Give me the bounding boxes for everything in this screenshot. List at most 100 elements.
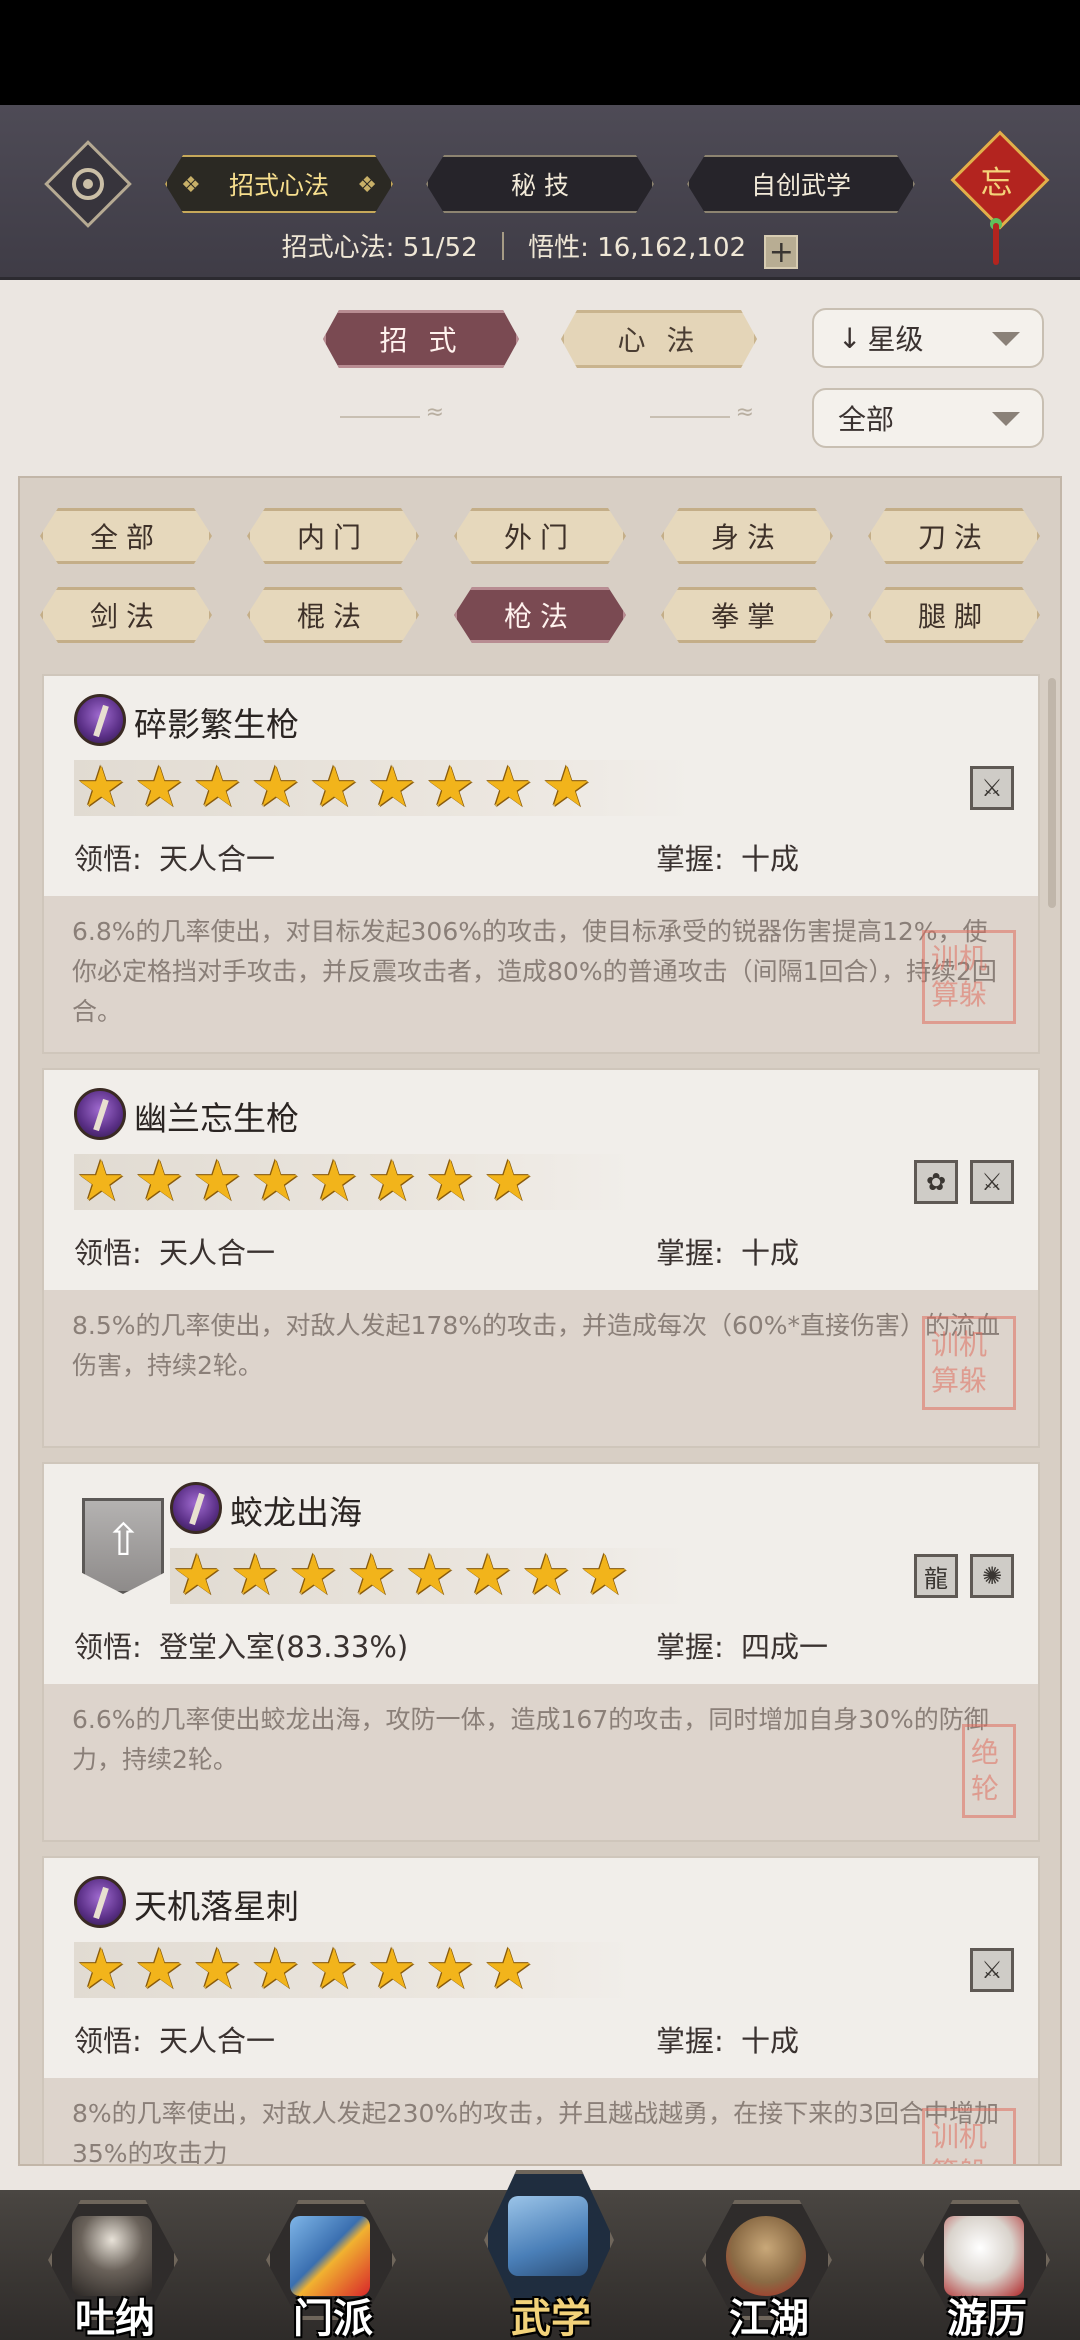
- star-icon: ★: [521, 1543, 572, 1608]
- star-icon: ★: [367, 755, 418, 820]
- nav-label: 江湖: [729, 2295, 809, 2340]
- star-icon: ★: [425, 755, 476, 820]
- dragon-icon[interactable]: 龍: [914, 1554, 958, 1598]
- star-icon: ★: [483, 755, 534, 820]
- star-rating: ★ ★ ★ ★ ★ ★ ★ ★ ★: [74, 760, 694, 816]
- comprehension-row: 领悟: 登堂入室(83.33%): [74, 1624, 408, 1666]
- add-insight-button[interactable]: +: [764, 235, 799, 269]
- straw-hat-icon: [726, 2216, 806, 2296]
- comprehension-label: 领悟:: [74, 2024, 142, 2058]
- ornament-icon: ❖: [357, 173, 377, 198]
- eye-icon: [72, 168, 104, 200]
- charm-char: 忘: [980, 163, 1013, 202]
- nav-travel[interactable]: 游历: [882, 2190, 1062, 2340]
- star-icon: ★: [192, 1937, 243, 2002]
- spear-icon: [74, 1876, 126, 1928]
- star-icon: ★: [463, 1543, 514, 1608]
- mastery-row: 掌握: 十成: [656, 1230, 799, 1272]
- star-icon: ★: [134, 1149, 185, 1214]
- skill-card[interactable]: 幽兰忘生枪 ★ ★ ★ ★ ★ ★ ★ ★ ✿ ⚔ 领悟: 天人合一 掌握: 十…: [42, 1068, 1040, 1448]
- mastery-value: 十成: [741, 2024, 800, 2058]
- sort-value: 星级: [867, 323, 924, 356]
- star-icon: ★: [134, 755, 185, 820]
- seal-stamp: 训机算躲: [922, 2108, 1016, 2164]
- filter-blade[interactable]: 刀法: [868, 508, 1040, 564]
- nav-sect[interactable]: 门派: [228, 2190, 408, 2340]
- skill-description-box: 8%的几率使出，对敌人发起230%的攻击，并且越战越勇，在接下来的3回合中增加3…: [44, 2078, 1038, 2164]
- category-value: 全部: [838, 403, 895, 436]
- filter-all[interactable]: 全部: [40, 508, 212, 564]
- sect-banner-icon: [290, 2216, 370, 2296]
- stats-line: 招式心法: 51/52 悟性: 16,162,102 +: [0, 227, 1080, 269]
- filter-fist[interactable]: 拳掌: [661, 587, 833, 643]
- filter-spear[interactable]: 枪法: [454, 587, 626, 643]
- skill-description-box: 8.5%的几率使出，对敌人发起178%的攻击，并造成每次（60%*直接伤害）的流…: [44, 1290, 1038, 1446]
- filter-leg[interactable]: 腿脚: [868, 587, 1040, 643]
- mastery-label: 掌握:: [656, 1630, 724, 1664]
- filter-staff[interactable]: 棍法: [247, 587, 419, 643]
- nav-jianghu[interactable]: 江湖: [664, 2190, 844, 2340]
- seal-stamp: 训机算躲: [922, 930, 1016, 1024]
- comprehension-label: 领悟:: [74, 1236, 142, 1270]
- upgrade-icon[interactable]: [82, 1498, 164, 1594]
- star-icon: ★: [541, 755, 592, 820]
- filter-outer[interactable]: 外门: [454, 508, 626, 564]
- nav-label: 门派: [293, 2295, 373, 2340]
- skill-name: 幽兰忘生枪: [134, 1099, 299, 1138]
- star-icon: ★: [76, 755, 127, 820]
- skill-card[interactable]: 蛟龙出海 ★ ★ ★ ★ ★ ★ ★ ★ 龍 ✺ 领悟: 登堂入室(83.33%…: [42, 1462, 1040, 1842]
- comprehension-value: 登堂入室(83.33%): [159, 1630, 409, 1664]
- moves-count-value: 51/52: [402, 233, 478, 263]
- charm-button[interactable]: 忘: [950, 130, 1050, 230]
- star-icon: ★: [192, 755, 243, 820]
- comprehension-row: 领悟: 天人合一: [74, 2018, 275, 2060]
- filter-sword[interactable]: 剑法: [40, 587, 212, 643]
- comprehension-row: 领悟: 天人合一: [74, 1230, 275, 1272]
- segment-methods[interactable]: 心 法: [561, 310, 757, 368]
- martial-icon[interactable]: ⚔: [970, 766, 1014, 810]
- star-icon: ★: [172, 1543, 223, 1608]
- swirl-icon[interactable]: ✺: [970, 1554, 1014, 1598]
- nav-breathing[interactable]: 吐纳: [10, 2190, 190, 2340]
- main-panel: 招 式 心 法 ↓ 星级 全部 全部 内门 外门 身法 刀法 剑法 棍法 枪法 …: [0, 280, 1080, 2190]
- filter-inner[interactable]: 内门: [247, 508, 419, 564]
- star-rating: ★ ★ ★ ★ ★ ★ ★ ★: [74, 1942, 634, 1998]
- filter-movement[interactable]: 身法: [661, 508, 833, 564]
- nav-martial-arts[interactable]: 武学: [446, 2170, 626, 2340]
- skill-name: 碎影繁生枪: [134, 705, 299, 744]
- skill-description-box: 6.8%的几率使出，对目标发起306%的攻击，使目标承受的锐器伤害提高12%，使…: [44, 896, 1038, 1052]
- tab-secret-skills[interactable]: 秘 技: [426, 155, 654, 213]
- mastery-value: 十成: [741, 1236, 800, 1270]
- star-icon: ★: [76, 1149, 127, 1214]
- seal-stamp: 绝轮: [962, 1724, 1016, 1818]
- star-icon: ★: [230, 1543, 281, 1608]
- star-icon: ★: [288, 1543, 339, 1608]
- ornament-icon: ❖: [181, 173, 201, 198]
- view-toggle-button[interactable]: [44, 140, 132, 228]
- skill-description-box: 6.6%的几率使出蛟龙出海，攻防一体，造成167的攻击，同时增加自身30%的防御…: [44, 1684, 1038, 1840]
- category-dropdown[interactable]: 全部: [812, 388, 1044, 448]
- tab-self-created[interactable]: 自创武学: [687, 155, 915, 213]
- nav-label: 武学: [511, 2295, 591, 2340]
- divider-ornament: [650, 400, 754, 425]
- comprehension-label: 领悟:: [74, 1630, 142, 1664]
- tab-moves-methods[interactable]: ❖ 招式心法 ❖: [165, 155, 393, 213]
- comprehension-label: 领悟:: [74, 842, 142, 876]
- sort-dropdown[interactable]: ↓ 星级: [812, 308, 1044, 368]
- star-icon: ★: [425, 1149, 476, 1214]
- martial-icon[interactable]: ⚔: [970, 1948, 1014, 1992]
- star-icon: ★: [367, 1149, 418, 1214]
- spear-icon: [170, 1482, 222, 1534]
- star-icon: ★: [250, 755, 301, 820]
- martial-icon[interactable]: ⚔: [970, 1160, 1014, 1204]
- scrollbar[interactable]: [1048, 678, 1056, 908]
- comprehension-row: 领悟: 天人合一: [74, 836, 275, 878]
- skill-card[interactable]: 天机落星刺 ★ ★ ★ ★ ★ ★ ★ ★ ⚔ 领悟: 天人合一 掌握: 十成 …: [42, 1856, 1040, 2164]
- skill-card[interactable]: 碎影繁生枪 ★ ★ ★ ★ ★ ★ ★ ★ ★ ⚔ 领悟: 天人合一 掌握: 十…: [42, 674, 1040, 1054]
- flower-icon[interactable]: ✿: [914, 1160, 958, 1204]
- header: ❖ 招式心法 ❖ 秘 技 自创武学 忘 招式心法: 51/52 悟性: 16,1…: [0, 105, 1080, 280]
- nav-label: 游历: [947, 2295, 1027, 2340]
- skill-list-panel[interactable]: 全部 内门 外门 身法 刀法 剑法 棍法 枪法 拳掌 腿脚 碎影繁生枪 ★ ★ …: [18, 476, 1062, 2166]
- tab-label: 自创武学: [750, 171, 851, 200]
- segment-moves[interactable]: 招 式: [323, 310, 519, 368]
